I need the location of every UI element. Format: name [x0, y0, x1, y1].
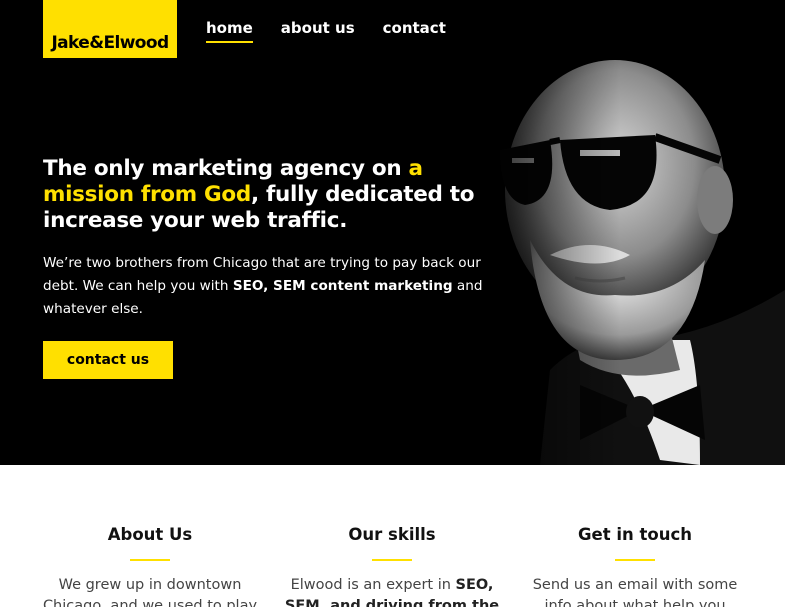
hero-intro: We’re two brothers from Chicago that are…: [43, 252, 503, 321]
skills-text-part1: Elwood is an expert in: [290, 577, 456, 593]
title-underline: [130, 559, 170, 561]
info-columns: About Us We grew up in downtown Chicago,…: [0, 465, 785, 607]
about-us-title: About Us: [107, 525, 193, 544]
get-in-touch-title: Get in touch: [577, 525, 692, 544]
our-skills-title: Our skills: [348, 525, 436, 544]
get-in-touch-column: Get in touch Send us an email with some …: [520, 525, 750, 607]
nav-about-link[interactable]: about us: [281, 19, 355, 37]
nav-home-link[interactable]: home: [206, 19, 253, 43]
logo[interactable]: Jake&Elwood: [43, 0, 177, 58]
headline-part1: The only marketing agency on: [43, 156, 409, 181]
main-nav: home about us contact: [206, 19, 474, 43]
our-skills-column: Our skills Elwood is an expert in SEO, S…: [277, 525, 507, 607]
about-us-text: We grew up in downtown Chicago, and we u…: [42, 577, 258, 607]
logo-text: Jake&Elwood: [51, 33, 169, 53]
hero-section: Jake&Elwood home about us contact The on…: [0, 0, 785, 465]
title-underline: [615, 559, 655, 561]
intro-bold: SEO, SEM content marketing: [232, 278, 453, 294]
about-us-column: About Us We grew up in downtown Chicago,…: [35, 525, 265, 607]
get-in-touch-text: Send us an email with some info about wh…: [532, 577, 738, 607]
contact-us-button[interactable]: contact us: [43, 341, 173, 379]
our-skills-text: Elwood is an expert in SEO, SEM, and dri…: [277, 575, 507, 607]
title-underline: [372, 559, 412, 561]
hero-headline: The only marketing agency on a mission f…: [43, 156, 483, 234]
nav-contact-link[interactable]: contact: [383, 19, 446, 37]
